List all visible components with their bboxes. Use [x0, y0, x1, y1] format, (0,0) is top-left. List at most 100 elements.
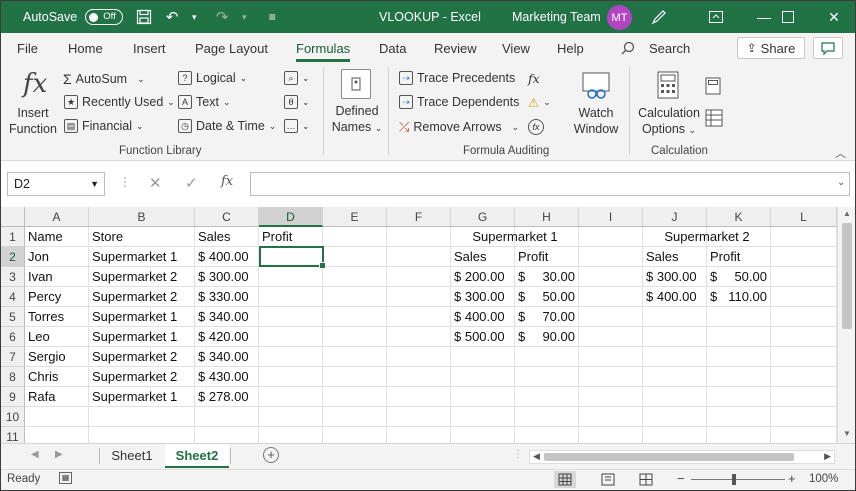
name-box[interactable]: D2 ▼: [7, 172, 105, 196]
redo-dropdown-icon[interactable]: ▾: [233, 6, 255, 28]
macro-record-icon[interactable]: ▦: [59, 472, 72, 484]
table-cell[interactable]: 30.00: [515, 267, 575, 287]
column-header-j[interactable]: J: [643, 207, 707, 227]
expand-formula-bar-icon[interactable]: ⌄: [837, 177, 845, 188]
formula-input[interactable]: [250, 172, 850, 196]
tab-home[interactable]: Home: [68, 41, 103, 56]
financial-button[interactable]: ▤ Financial ⌄: [64, 119, 144, 133]
defined-names-icon[interactable]: [341, 69, 371, 99]
calculation-options-button[interactable]: Calculation Options ⌄: [637, 105, 701, 138]
column-header-d[interactable]: D: [259, 207, 323, 227]
table-cell[interactable]: $ 340.00: [195, 347, 259, 367]
column-header-a[interactable]: A: [25, 207, 89, 227]
table-cell[interactable]: $ 300.00: [451, 287, 515, 307]
zoom-level[interactable]: 100%: [809, 473, 838, 485]
defined-names-button[interactable]: Defined Names ⌄: [331, 103, 383, 136]
cell-header[interactable]: Store: [89, 227, 195, 247]
tab-data[interactable]: Data: [379, 41, 406, 56]
table-cell[interactable]: $ 430.00: [195, 367, 259, 387]
ribbon-display-icon[interactable]: [693, 1, 739, 33]
scroll-left-icon[interactable]: ◀: [533, 451, 540, 462]
table-cell[interactable]: Supermarket 1: [89, 387, 195, 407]
tab-file[interactable]: File: [17, 41, 38, 56]
page-break-view-icon[interactable]: [635, 471, 657, 488]
horizontal-scrollbar[interactable]: ◀ ▶: [529, 450, 835, 464]
supermarket-1-title[interactable]: Supermarket 1: [451, 227, 579, 247]
autosum-button[interactable]: Σ AutoSum ⌄: [63, 71, 145, 87]
table-cell[interactable]: Supermarket 2: [89, 367, 195, 387]
table-cell[interactable]: Percy: [25, 287, 89, 307]
table-cell[interactable]: Supermarket 1: [89, 247, 195, 267]
table-cell[interactable]: $ 400.00: [451, 307, 515, 327]
tab-split-grip-icon[interactable]: ⋮: [513, 449, 523, 460]
trace-dependents-button[interactable]: ⇢ Trace Dependents: [399, 95, 519, 109]
table-cell[interactable]: Ivan: [25, 267, 89, 287]
table-cell[interactable]: $ 400.00: [643, 287, 707, 307]
table-cell[interactable]: 110.00: [707, 287, 767, 307]
table-cell[interactable]: $ 278.00: [195, 387, 259, 407]
collapse-ribbon-icon[interactable]: ︿: [835, 145, 846, 161]
column-header-l[interactable]: L: [771, 207, 837, 227]
prev-sheet-icon[interactable]: ◀: [31, 449, 39, 460]
redo-icon[interactable]: ↷: [211, 6, 233, 28]
tab-formulas[interactable]: Formulas: [296, 41, 351, 62]
zoom-slider-thumb[interactable]: [732, 474, 736, 485]
avatar[interactable]: MT: [607, 5, 632, 30]
error-checking-button[interactable]: ⚠ ⌄: [528, 95, 551, 110]
remove-arrows-button[interactable]: ⤰ Remove Arrows ⌄: [399, 119, 519, 135]
table-cell[interactable]: $ 300.00: [643, 267, 707, 287]
table-cell[interactable]: $ 500.00: [451, 327, 515, 347]
table-cell[interactable]: $ 300.00: [195, 267, 259, 287]
cell-header[interactable]: Sales: [643, 247, 707, 267]
column-header-k[interactable]: K: [707, 207, 771, 227]
table-cell[interactable]: Leo: [25, 327, 89, 347]
row-header-3[interactable]: 3: [1, 267, 25, 287]
table-cell[interactable]: $ 330.00: [195, 287, 259, 307]
row-header-8[interactable]: 8: [1, 367, 25, 387]
row-header-4[interactable]: 4: [1, 287, 25, 307]
search-label[interactable]: Search: [649, 41, 690, 56]
cell-header[interactable]: Sales: [195, 227, 259, 247]
table-cell[interactable]: 90.00: [515, 327, 575, 347]
undo-dropdown-icon[interactable]: ▾: [183, 6, 205, 28]
math-trig-button[interactable]: θ ⌄: [284, 95, 310, 109]
scroll-down-icon[interactable]: ▼: [843, 429, 851, 438]
row-header-7[interactable]: 7: [1, 347, 25, 367]
undo-icon[interactable]: ↶: [161, 6, 183, 28]
tab-insert[interactable]: Insert: [133, 41, 166, 56]
autosave-toggle[interactable]: Off: [85, 9, 124, 25]
text-button[interactable]: A Text ⌄: [178, 95, 230, 109]
sheet-tab-sheet1[interactable]: Sheet1: [101, 444, 163, 468]
scroll-up-icon[interactable]: ▲: [843, 209, 851, 218]
insert-function-icon[interactable]: fx: [23, 69, 47, 99]
recently-used-button[interactable]: ★ Recently Used ⌄: [64, 95, 175, 109]
calculator-icon[interactable]: [657, 71, 679, 99]
horizontal-scroll-thumb[interactable]: [544, 453, 794, 461]
column-header-h[interactable]: H: [515, 207, 579, 227]
row-header-6[interactable]: 6: [1, 327, 25, 347]
scroll-thumb[interactable]: [842, 223, 852, 329]
watch-window-icon[interactable]: [581, 71, 611, 101]
lookup-reference-button[interactable]: ⌕ ⌄: [284, 71, 310, 85]
column-header-b[interactable]: B: [89, 207, 195, 227]
page-layout-view-icon[interactable]: [597, 471, 619, 488]
column-header-e[interactable]: E: [323, 207, 387, 227]
next-sheet-icon[interactable]: ▶: [55, 449, 63, 460]
close-icon[interactable]: ✕: [811, 1, 856, 33]
insert-function-fx-icon[interactable]: fx: [221, 174, 233, 189]
table-cell[interactable]: Sergio: [25, 347, 89, 367]
row-header-9[interactable]: 9: [1, 387, 25, 407]
row-header-1[interactable]: 1: [1, 227, 25, 247]
logical-button[interactable]: ? Logical ⌄: [178, 71, 247, 85]
comments-button[interactable]: [813, 37, 843, 59]
pen-icon[interactable]: [641, 1, 677, 33]
tab-view[interactable]: View: [502, 41, 530, 56]
zoom-slider[interactable]: [691, 479, 785, 480]
table-cell[interactable]: Supermarket 2: [89, 287, 195, 307]
table-cell[interactable]: 70.00: [515, 307, 575, 327]
cell-header[interactable]: Profit: [707, 247, 771, 267]
column-header-f[interactable]: F: [387, 207, 451, 227]
normal-view-icon[interactable]: [554, 471, 576, 488]
sheet-tab-sheet2[interactable]: Sheet2: [165, 444, 229, 468]
table-cell[interactable]: Supermarket 1: [89, 327, 195, 347]
